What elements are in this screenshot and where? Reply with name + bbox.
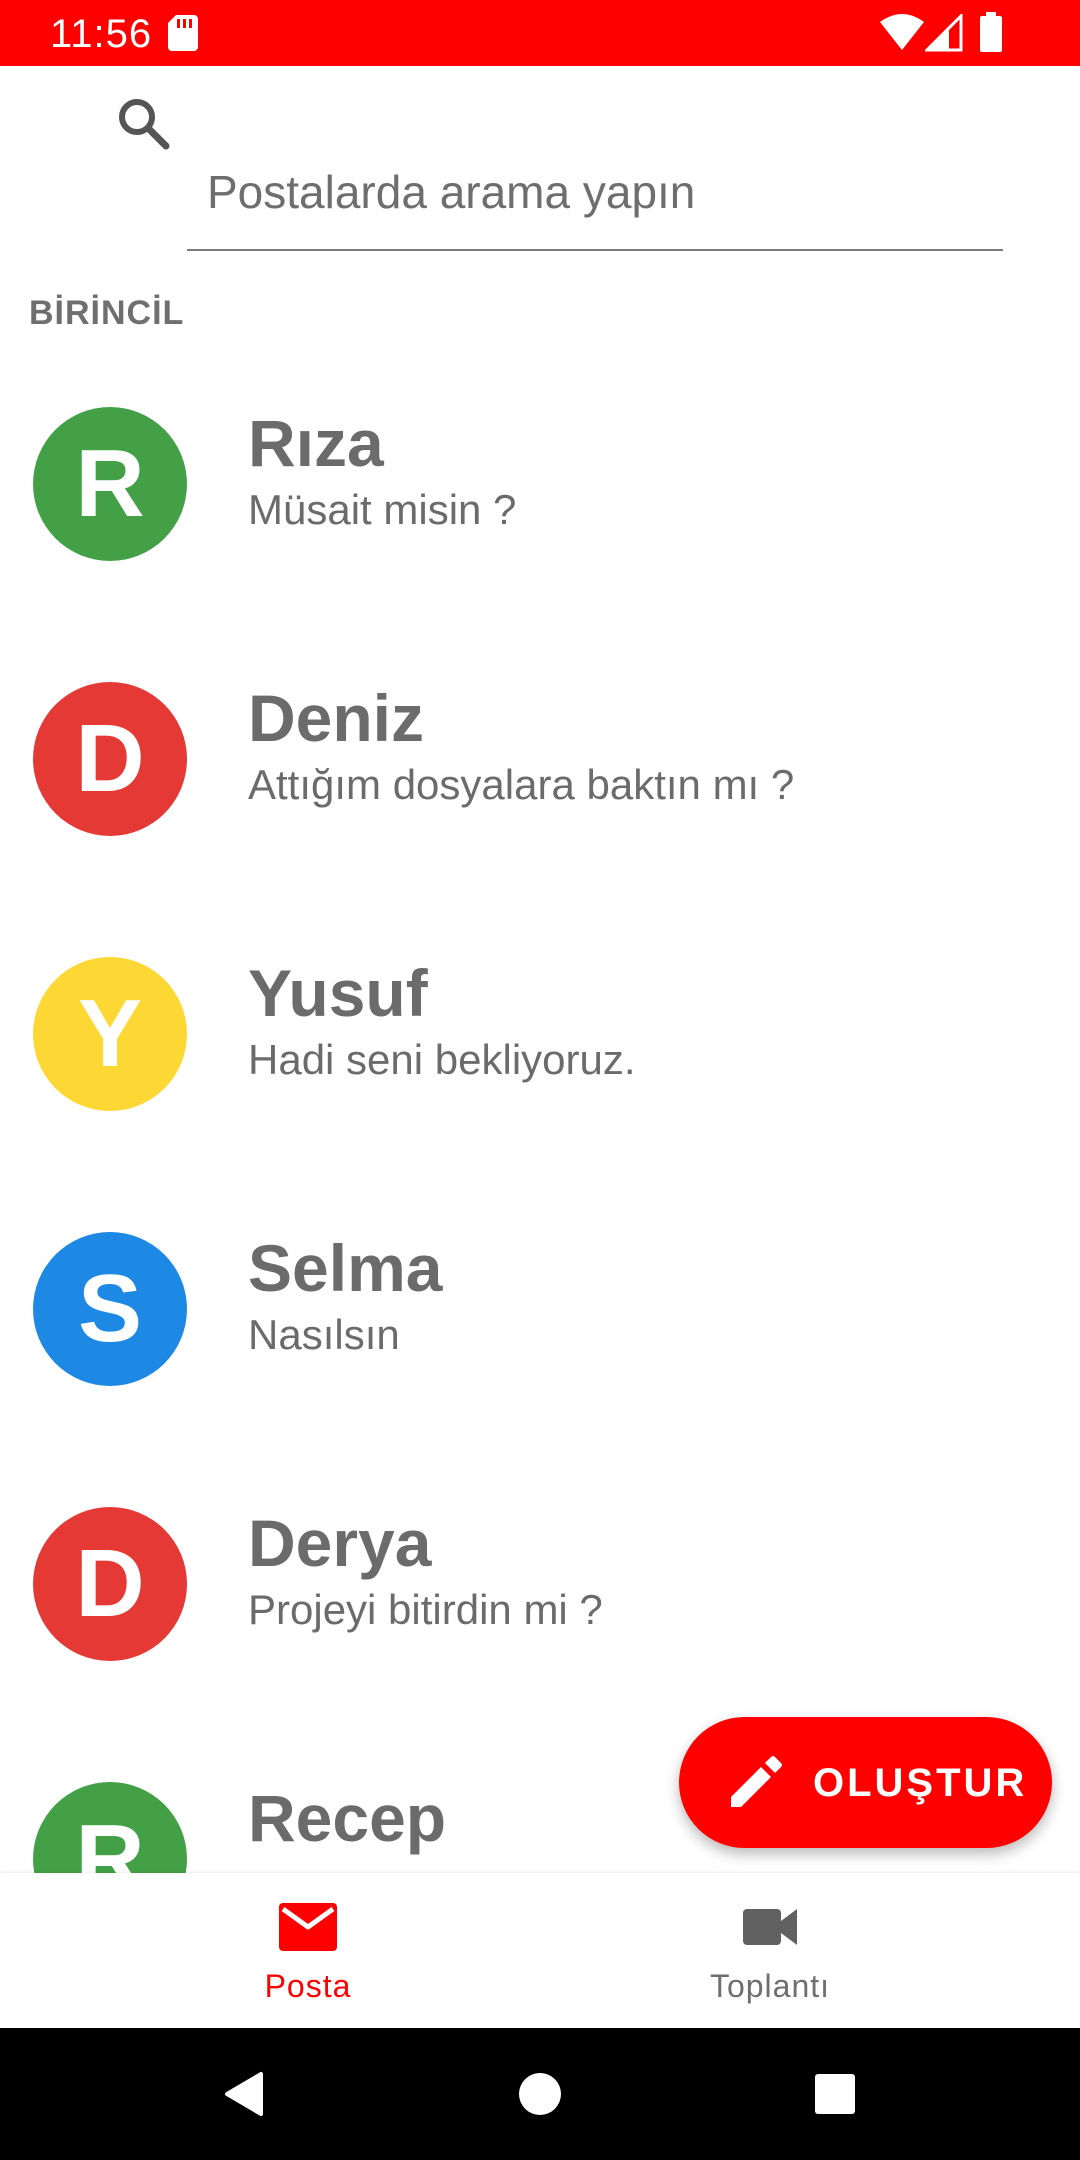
avatar: R xyxy=(33,1782,187,1873)
mail-item[interactable]: D Deniz Attığım dosyalara baktın mı ? xyxy=(0,620,1080,895)
mail-item[interactable]: S Selma Nasılsın xyxy=(0,1170,1080,1445)
cell-signal-icon xyxy=(925,14,963,52)
mail-sender: Derya xyxy=(248,1506,432,1580)
search-input[interactable] xyxy=(187,145,1003,251)
home-icon[interactable] xyxy=(510,2028,570,2160)
nav-item-meeting[interactable]: Toplantı xyxy=(500,1873,1040,2028)
mail-item[interactable]: Y Yusuf Hadi seni bekliyoruz. xyxy=(0,895,1080,1170)
system-navigation-bar xyxy=(0,2028,1080,2160)
mail-icon xyxy=(279,1903,337,1951)
nav-label-meeting: Toplantı xyxy=(709,1968,831,2004)
avatar: S xyxy=(33,1232,187,1386)
sd-card-icon xyxy=(168,15,198,51)
video-icon xyxy=(743,1909,797,1945)
search-icon[interactable] xyxy=(115,95,171,151)
mail-item[interactable]: R Rıza Müsait misin ? xyxy=(0,345,1080,620)
recents-icon[interactable] xyxy=(805,2028,865,2160)
mail-item[interactable]: D Derya Projeyi bitirdin mi ? xyxy=(0,1445,1080,1720)
mail-snippet: Müsait misin ? xyxy=(248,486,517,533)
status-time: 11:56 xyxy=(50,12,153,56)
nav-label-mail: Posta xyxy=(264,1968,352,2004)
mail-snippet: Hadi seni bekliyoruz. xyxy=(248,1036,636,1083)
avatar: R xyxy=(33,407,187,561)
mail-sender: Recep xyxy=(248,1781,447,1855)
avatar: Y xyxy=(33,957,187,1111)
nav-item-mail[interactable]: Posta xyxy=(38,1873,578,2028)
battery-icon xyxy=(980,12,1002,52)
back-icon[interactable] xyxy=(215,2028,275,2160)
pencil-icon xyxy=(731,1756,782,1807)
avatar: D xyxy=(33,682,187,836)
compose-button[interactable]: OLUŞTUR xyxy=(679,1717,1052,1848)
mail-sender: Deniz xyxy=(248,681,425,755)
section-label-primary: BİRİNCİL xyxy=(29,294,185,332)
avatar: D xyxy=(33,1507,187,1661)
compose-button-label: OLUŞTUR xyxy=(813,1761,1028,1805)
mail-snippet: Projeyi bitirdin mi ? xyxy=(248,1586,603,1633)
mail-snippet: Nasılsın xyxy=(248,1311,400,1358)
mail-list[interactable]: R Rıza Müsait misin ? D Deniz Attığım do… xyxy=(0,345,1080,1873)
wifi-icon xyxy=(880,14,924,50)
mail-sender: Rıza xyxy=(248,406,384,480)
mail-sender: Yusuf xyxy=(248,956,428,1030)
mail-snippet: Attığım dosyalara baktın mı ? xyxy=(248,761,795,808)
mail-sender: Selma xyxy=(248,1231,443,1305)
status-bar: 11:56 xyxy=(0,0,1080,66)
bottom-navigation: Posta Toplantı xyxy=(0,1873,1080,2028)
